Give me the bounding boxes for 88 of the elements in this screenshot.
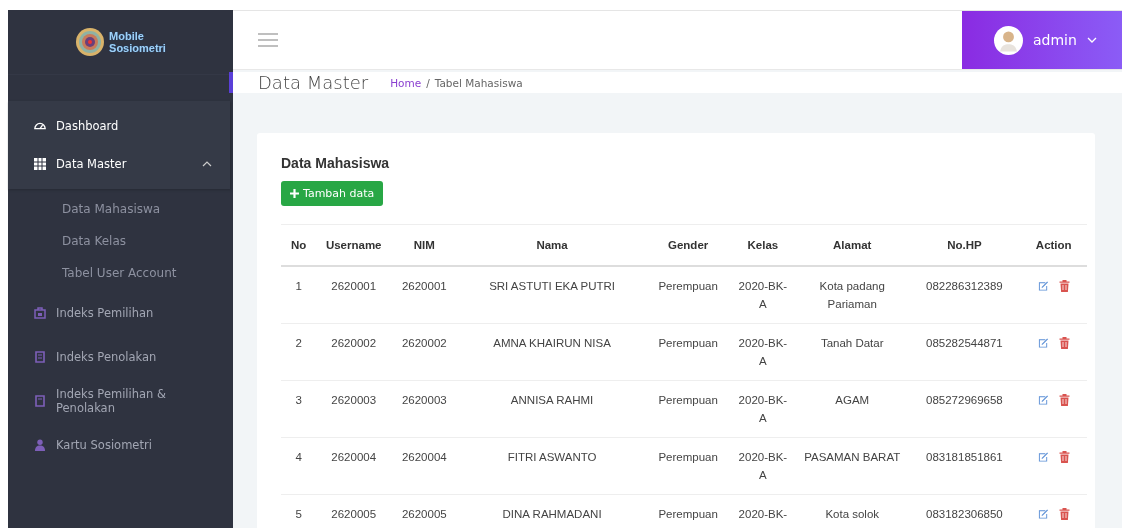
table-cell: Perempuan	[646, 323, 730, 381]
table-cell: Perempuan	[646, 380, 730, 438]
table-cell: 083182306850	[908, 494, 1021, 528]
table-cell: 2020-BK-	[729, 494, 797, 528]
column-header: NIM	[391, 224, 458, 266]
breadcrumb-separator: /	[426, 76, 430, 89]
table-cell: 085282544871	[908, 323, 1021, 381]
table-cell: 2020-BK-A	[729, 266, 797, 324]
edit-icon[interactable]	[1037, 450, 1049, 462]
table-cell: 2620002	[391, 323, 458, 381]
plus-icon	[290, 189, 299, 198]
sidebar-subitem[interactable]: Data Mahasiswa	[62, 193, 233, 225]
table-cell: AGAM	[796, 380, 909, 438]
column-header: No.HP	[908, 224, 1021, 266]
column-header: Action	[1020, 224, 1087, 266]
card-title: Data Mahasiswa	[281, 155, 391, 171]
table-cell: 2620001	[391, 266, 458, 324]
trash-icon[interactable]	[1058, 336, 1070, 348]
edit-icon[interactable]	[1037, 336, 1049, 348]
add-data-button[interactable]: Tambah data	[281, 181, 384, 206]
column-header: Alamat	[796, 224, 909, 266]
table-cell: 082286312389	[908, 266, 1021, 324]
chevron-icon	[202, 161, 212, 167]
document-icon	[34, 351, 46, 363]
table-cell: ANNISA RAHMI	[457, 380, 647, 438]
trash-icon[interactable]	[1058, 393, 1070, 405]
table-cell: DINA RAHMADANI	[457, 494, 647, 528]
sidebar-item[interactable]: Data Master	[8, 145, 230, 183]
chevron-icon	[1086, 37, 1097, 43]
sidebar-item[interactable]: Indeks Pemilihan & Penolakan	[8, 379, 233, 423]
user-icon	[34, 439, 46, 451]
document-icon	[34, 395, 46, 407]
table-cell: 4	[281, 437, 317, 495]
column-header: Kelas	[729, 224, 797, 266]
sidebar-item[interactable]: Dashboard	[8, 107, 230, 145]
dashboard-icon	[34, 120, 46, 132]
table-cell: Perempuan	[646, 266, 730, 324]
trash-icon[interactable]	[1058, 450, 1070, 462]
table-cell: 2620004	[391, 437, 458, 495]
table-cell: 2020-BK-A	[729, 323, 797, 381]
brand-name: Mobile Sosiometri	[109, 30, 166, 54]
table-cell: 1	[281, 266, 317, 324]
table-cell: 085272969658	[908, 380, 1021, 438]
column-header: No	[281, 224, 317, 266]
trash-icon[interactable]	[1058, 279, 1070, 291]
table-cell: Perempuan	[646, 494, 730, 528]
breadcrumb-item: Tabel Mahasiswa	[434, 76, 523, 89]
sidebar-subitem[interactable]: Tabel User Account	[62, 257, 233, 289]
table-cell: 5	[281, 494, 317, 528]
table-cell: 2620002	[316, 323, 392, 381]
table-cell: FITRI ASWANTO	[457, 437, 647, 495]
table-cell: PASAMAN BARAT	[796, 437, 909, 495]
table-cell: 083181851861	[908, 437, 1021, 495]
page-title: Data Master	[258, 72, 369, 93]
breadcrumb-item[interactable]: Home	[390, 76, 422, 89]
table-cell: 2	[281, 323, 317, 381]
sidebar-item[interactable]: Kartu Sosiometri	[8, 423, 233, 467]
edit-icon[interactable]	[1037, 507, 1049, 519]
edit-icon[interactable]	[1037, 393, 1049, 405]
table-cell: Perempuan	[646, 437, 730, 495]
column-header: Nama	[457, 224, 647, 266]
avatar-icon	[994, 25, 1023, 55]
logo-icon	[75, 27, 106, 57]
table-cell: 2620003	[316, 380, 392, 438]
table-cell: 2620001	[316, 266, 392, 324]
user-menu[interactable]: admin	[962, 11, 1122, 69]
edit-icon[interactable]	[1037, 279, 1049, 291]
table-cell: 2020-BK-A	[729, 437, 797, 495]
table-cell: 2620005	[391, 494, 458, 528]
table-cell: Kota solok	[796, 494, 909, 528]
sidebar-subitem[interactable]: Data Kelas	[62, 225, 233, 257]
trash-icon[interactable]	[1058, 507, 1070, 519]
table-cell: 2620003	[391, 380, 458, 438]
column-header: Gender	[646, 224, 730, 266]
sidebar-item[interactable]: Indeks Penolakan	[8, 335, 233, 379]
grid-icon	[34, 158, 46, 170]
table-cell: 2020-BK-A	[729, 380, 797, 438]
briefcase-icon	[34, 307, 46, 319]
table-cell: AMNA KHAIRUN NISA	[457, 323, 647, 381]
sidebar-item[interactable]: Indeks Pemilihan	[8, 291, 233, 335]
table-cell: SRI ASTUTI EKA PUTRI	[457, 266, 647, 324]
table-cell: 2620005	[316, 494, 392, 528]
table-cell: Tanah Datar	[796, 323, 909, 381]
table-cell: Kota padang Pariaman	[796, 266, 909, 324]
table-cell: 2620004	[316, 437, 392, 495]
menu-icon[interactable]	[258, 33, 278, 47]
column-header: Username	[316, 224, 392, 266]
table-cell: 3	[281, 380, 317, 438]
